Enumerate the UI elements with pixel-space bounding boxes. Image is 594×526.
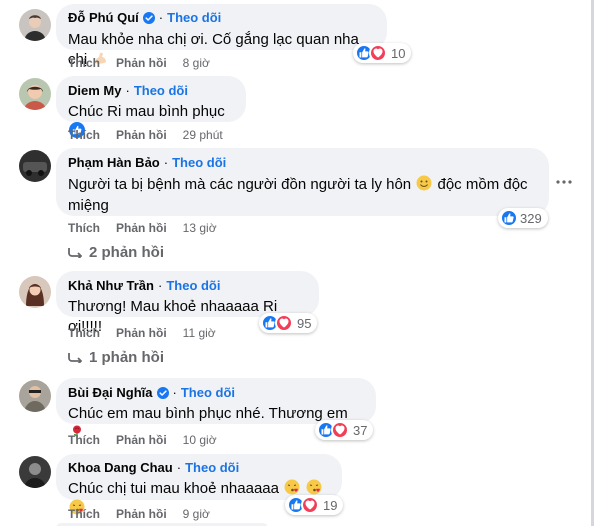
like-button[interactable]: Thích: [68, 55, 100, 71]
like-button[interactable]: Thích: [68, 127, 100, 143]
reaction-summary[interactable]: 10: [353, 43, 412, 63]
reply-button[interactable]: Phản hồi: [116, 432, 167, 448]
verified-badge-icon: [143, 12, 155, 24]
like-icon: [500, 209, 518, 227]
comment-bubble: Diem My · Theo dõi Chúc Ri mau bình phục: [56, 76, 246, 138]
timestamp[interactable]: 13 giờ: [183, 220, 217, 236]
reaction-count: 37: [353, 422, 368, 438]
follow-button[interactable]: Theo dõi: [166, 278, 220, 294]
comment-bubble: Phạm Hàn Bảo · Theo dõi Người ta bị bệnh…: [56, 148, 549, 216]
follow-button[interactable]: Theo dõi: [134, 83, 188, 99]
reply-arrow-icon: [68, 353, 82, 363]
kissing-face-icon: [306, 479, 322, 495]
author-name[interactable]: Bùi Đại Nghĩa: [68, 385, 153, 401]
separator: ·: [172, 385, 177, 400]
timestamp[interactable]: 10 giờ: [183, 432, 217, 448]
avatar[interactable]: [19, 150, 51, 182]
comment-text: Chúc em mau bình phục nhé. Thương em: [68, 405, 348, 422]
reaction-count: 329: [520, 210, 542, 226]
love-icon: [369, 44, 387, 62]
comment-bubble: Bùi Đại Nghĩa · Theo dõi Chúc em mau bìn…: [56, 378, 376, 439]
comment-text-line2: miệng: [68, 197, 109, 214]
follow-button[interactable]: Theo dõi: [181, 385, 235, 401]
comment-bubble: Khả Như Trần · Theo dõi Thương! Mau khoẻ…: [56, 271, 319, 335]
reaction-summary[interactable]: 95: [259, 313, 318, 333]
comment-bubble: Đỗ Phú Quí · Theo dõi Mau khỏe nha chị ơ…: [56, 4, 387, 68]
timestamp[interactable]: 9 giờ: [183, 506, 210, 522]
author-name[interactable]: Đỗ Phú Quí: [68, 10, 139, 26]
avatar[interactable]: [19, 276, 51, 308]
avatar[interactable]: [19, 78, 51, 110]
separator: ·: [163, 155, 169, 170]
reply-button[interactable]: Phản hồi: [116, 325, 167, 341]
author-name[interactable]: Phạm Hàn Bảo: [68, 155, 160, 171]
like-button[interactable]: Thích: [68, 220, 100, 236]
comment-bubble: Khoa Dang Chau · Theo dõi Chúc chị tui m…: [56, 454, 342, 515]
reply-button[interactable]: Phản hồi: [116, 506, 167, 522]
timestamp[interactable]: 29 phút: [183, 127, 223, 143]
more-options-icon[interactable]: [550, 168, 578, 196]
follow-button[interactable]: Theo dõi: [172, 155, 226, 171]
separator: ·: [157, 278, 163, 293]
reaction-count: 10: [391, 45, 406, 61]
timestamp[interactable]: 8 giờ: [183, 55, 210, 71]
avatar[interactable]: [19, 9, 51, 41]
replies-count[interactable]: 1 phản hồi: [89, 349, 164, 366]
replies-count[interactable]: 2 phản hồi: [89, 244, 164, 261]
separator: ·: [158, 10, 164, 25]
reaction-summary[interactable]: 329: [498, 208, 548, 228]
view-replies-link[interactable]: 1 phản hồi: [68, 349, 164, 366]
author-name[interactable]: Diem My: [68, 83, 121, 99]
view-replies-link[interactable]: 2 phản hồi: [68, 244, 164, 261]
avatar[interactable]: [19, 380, 51, 412]
like-button[interactable]: Thích: [68, 506, 100, 522]
avatar[interactable]: [19, 456, 51, 488]
comment-text: Chúc chị tui mau khoẻ nhaaaaa: [68, 480, 279, 497]
reply-button[interactable]: Phản hồi: [116, 220, 167, 236]
love-icon: [275, 314, 293, 332]
separator: ·: [125, 83, 130, 98]
comment-text-line1-after: độc mồm độc: [437, 176, 528, 193]
reaction-summary[interactable]: 37: [315, 420, 374, 440]
reaction-count: 19: [323, 497, 338, 513]
follow-button[interactable]: Theo dõi: [167, 10, 221, 26]
follow-button[interactable]: Theo dõi: [185, 460, 239, 476]
reaction-count: 95: [297, 315, 312, 331]
author-name[interactable]: Khoa Dang Chau: [68, 460, 173, 476]
love-icon: [331, 421, 349, 439]
verified-badge-icon: [157, 387, 169, 399]
separator: ·: [176, 460, 182, 475]
timestamp[interactable]: 11 giờ: [183, 325, 216, 341]
reply-arrow-icon: [68, 248, 82, 258]
love-icon: [301, 496, 319, 514]
author-name[interactable]: Khả Như Trần: [68, 278, 154, 294]
kissing-face-icon: [284, 479, 300, 495]
smiling-face-icon: [416, 175, 432, 191]
reply-button[interactable]: Phản hồi: [116, 127, 167, 143]
comment-text-line1: Người ta bị bệnh mà các người đồn người …: [68, 176, 412, 193]
reaction-summary[interactable]: 19: [285, 495, 344, 515]
comment-text: Chúc Ri mau bình phục: [68, 103, 225, 120]
like-button[interactable]: Thích: [68, 325, 100, 341]
like-button[interactable]: Thích: [68, 432, 100, 448]
reply-button[interactable]: Phản hồi: [116, 55, 167, 71]
